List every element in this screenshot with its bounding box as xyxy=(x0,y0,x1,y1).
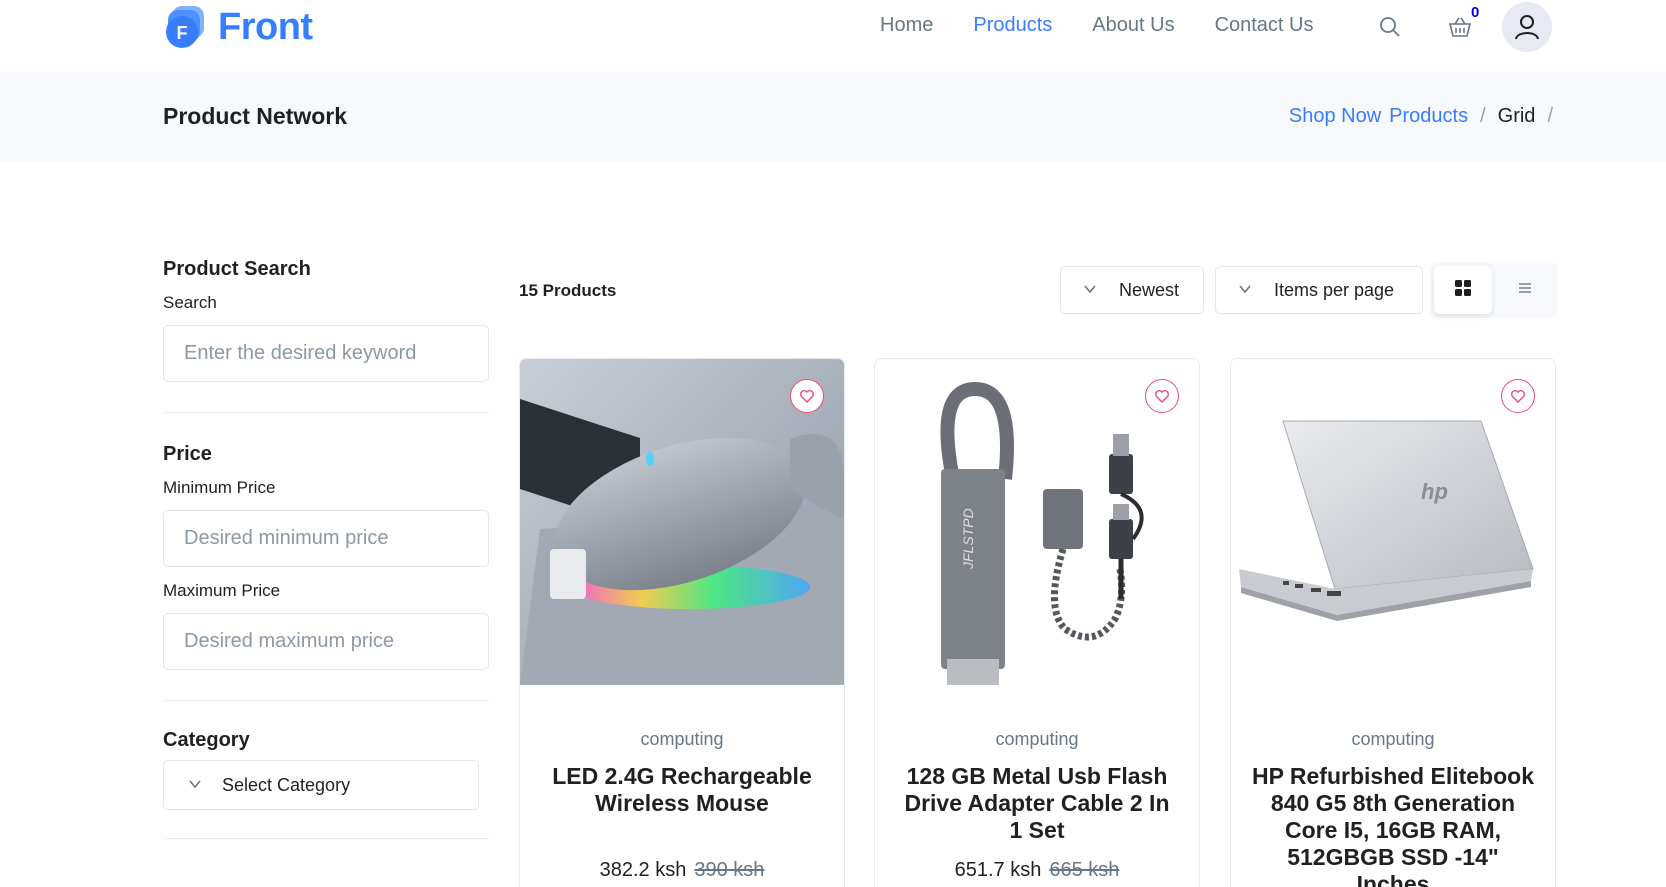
nav-about-us[interactable]: About Us xyxy=(1092,14,1174,37)
sort-select[interactable]: Newest xyxy=(1060,266,1204,314)
product-card[interactable]: hp computing HP Refurbished Elitebook 84… xyxy=(1230,358,1556,887)
product-image-laptop[interactable]: hp xyxy=(1231,359,1555,685)
main-nav: Home Products About Us Contact Us xyxy=(880,14,1314,37)
product-card[interactable]: JFLSTPD computing 128 GB Metal Usb Flash… xyxy=(874,358,1200,887)
user-icon[interactable] xyxy=(1502,2,1552,52)
product-category: computing xyxy=(1351,729,1435,749)
product-price-row: 382.2 ksh 390 ksh xyxy=(520,859,844,882)
min-price-input[interactable]: Desired minimum price xyxy=(163,510,489,567)
price-heading: Price xyxy=(163,443,212,465)
nav-contact-us[interactable]: Contact Us xyxy=(1215,14,1314,37)
nav-home[interactable]: Home xyxy=(880,14,933,37)
filter-sidebar: Product Search Search Enter the desired … xyxy=(163,258,489,839)
brand-logo[interactable]: F Front xyxy=(162,4,313,50)
sort-label: Newest xyxy=(1119,279,1180,300)
max-price-label: Maximum Price xyxy=(163,581,281,600)
wishlist-heart-icon[interactable] xyxy=(1501,379,1535,413)
search-label: Search xyxy=(163,293,217,312)
list-view-button[interactable] xyxy=(1496,266,1554,314)
product-price-row: 651.7 ksh 665 ksh xyxy=(875,859,1199,882)
nav-products[interactable]: Products xyxy=(973,14,1052,37)
view-toggle xyxy=(1430,262,1558,318)
product-image-wireless-mouse[interactable] xyxy=(520,359,844,685)
divider xyxy=(163,412,489,413)
max-price-input[interactable]: Desired maximum price xyxy=(163,613,489,670)
wishlist-heart-icon[interactable] xyxy=(1145,379,1179,413)
site-header: F Front Home Products About Us Contact U… xyxy=(0,0,1666,72)
product-old-price: 390 ksh xyxy=(694,859,765,881)
divider xyxy=(163,838,489,839)
grid-icon xyxy=(1454,279,1472,302)
svg-text:JFLSTPD: JFLSTPD xyxy=(960,508,976,570)
category-select-label: Select Category xyxy=(222,774,351,795)
product-title[interactable]: 128 GB Metal Usb Flash Drive Adapter Cab… xyxy=(895,763,1179,844)
grid-view-button[interactable] xyxy=(1434,266,1492,314)
product-search-heading: Product Search xyxy=(163,258,311,280)
breadcrumb-products[interactable]: Products xyxy=(1389,105,1468,128)
breadcrumb: Shop Now Products / Grid / xyxy=(1289,105,1557,128)
list-icon xyxy=(1517,280,1533,301)
product-image-usb-flash-drive[interactable]: JFLSTPD xyxy=(875,359,1199,685)
product-old-price: 665 ksh xyxy=(1049,859,1120,881)
svg-text:F: F xyxy=(177,23,188,43)
product-category: computing xyxy=(640,729,724,749)
product-category: computing xyxy=(995,729,1079,749)
product-title[interactable]: HP Refurbished Elitebook 840 G5 8th Gene… xyxy=(1251,763,1535,887)
page-title: Product Network xyxy=(163,103,348,129)
divider xyxy=(163,700,489,701)
brand-name: Front xyxy=(218,5,313,48)
cart-count-badge: 0 xyxy=(1471,4,1480,21)
items-per-page-label: Items per page xyxy=(1274,279,1395,300)
items-per-page-select[interactable]: Items per page xyxy=(1215,266,1423,314)
category-select[interactable]: Select Category xyxy=(163,760,479,810)
search-icon[interactable] xyxy=(1378,15,1402,39)
product-price: 382.2 ksh xyxy=(599,859,687,881)
min-price-label: Minimum Price xyxy=(163,478,276,497)
product-count: 15 Products xyxy=(519,281,617,300)
product-price: 651.7 ksh xyxy=(954,859,1042,881)
chevron-down-icon xyxy=(188,775,202,796)
breadcrumb-separator: / xyxy=(1547,105,1553,127)
breadcrumb-current: Grid xyxy=(1497,105,1536,127)
chevron-down-icon xyxy=(1083,280,1097,301)
logo-icon: F xyxy=(162,4,208,50)
cart-icon[interactable] xyxy=(1447,14,1473,40)
svg-text:hp: hp xyxy=(1421,479,1448,504)
product-card[interactable]: computing LED 2.4G Rechargeable Wireless… xyxy=(519,358,845,887)
wishlist-heart-icon[interactable] xyxy=(790,379,824,413)
search-input[interactable]: Enter the desired keyword xyxy=(163,325,489,382)
chevron-down-icon xyxy=(1238,280,1252,301)
product-title[interactable]: LED 2.4G Rechargeable Wireless Mouse xyxy=(540,763,824,817)
breadcrumb-separator: / xyxy=(1480,105,1486,127)
category-heading: Category xyxy=(163,729,250,751)
breadcrumb-shop-now[interactable]: Shop Now xyxy=(1289,105,1381,128)
